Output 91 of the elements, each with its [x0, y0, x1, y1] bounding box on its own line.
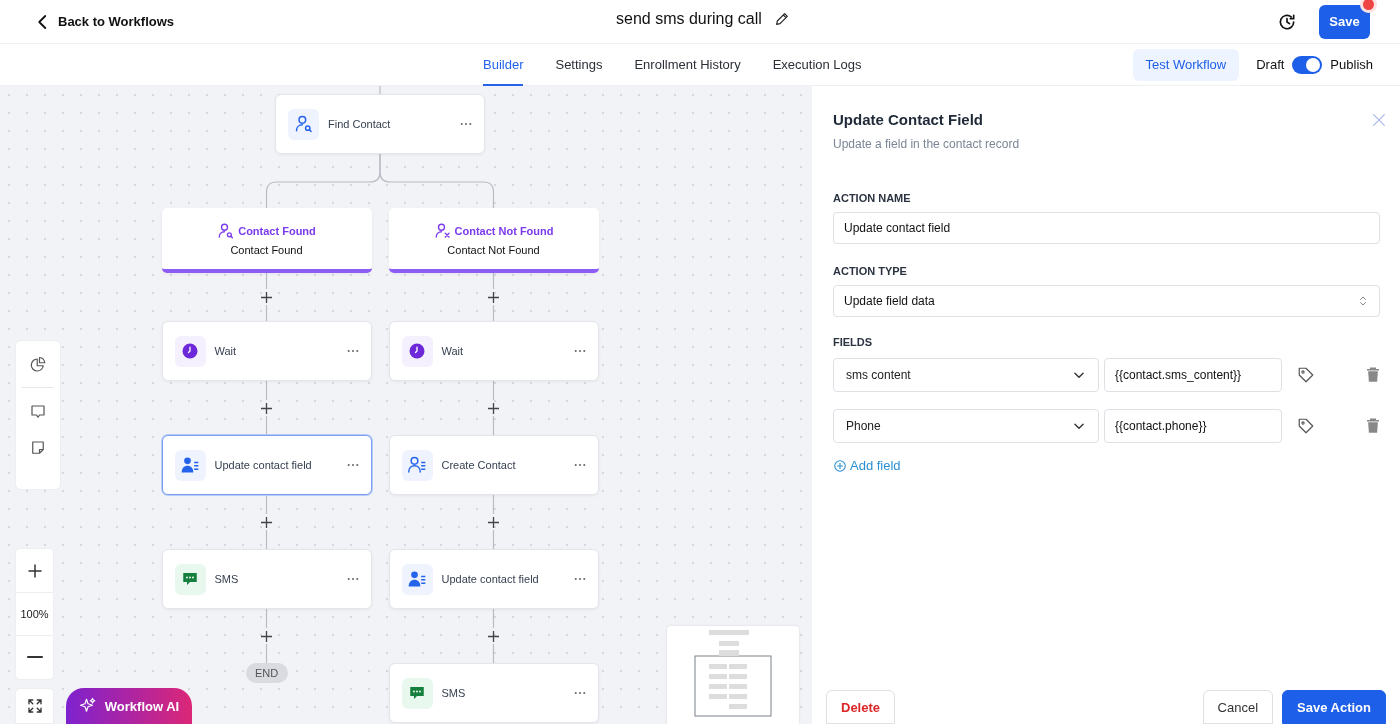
action-node[interactable]: Create Contact [388, 435, 599, 495]
publish-toggle[interactable] [1292, 55, 1323, 74]
chat-bubble-icon [401, 677, 433, 709]
branch-title: Contact Not Found [454, 224, 554, 237]
branch-subtitle: Contact Not Found [447, 243, 540, 256]
action-node[interactable]: Wait [161, 321, 372, 381]
person-search-icon [217, 221, 236, 240]
workflow-ai-button[interactable]: Workflow AI [66, 688, 192, 724]
tag-icon[interactable] [1296, 365, 1316, 385]
tab[interactable]: Settings [555, 44, 603, 86]
tag-icon[interactable] [1296, 416, 1316, 436]
add-field-link[interactable]: Add field [833, 458, 901, 473]
node-label: Update contact field [441, 573, 540, 585]
field-label: ACTION TYPE [833, 265, 908, 277]
connector-line [379, 86, 381, 95]
action-name-input[interactable]: Update contact field [833, 212, 1380, 244]
field-label: FIELDS [833, 336, 874, 348]
node-label: Find Contact [328, 118, 392, 130]
person-list-icon [401, 563, 433, 595]
node-label: Wait [214, 345, 238, 357]
field-value-input[interactable]: {{contact.phone}} [1104, 409, 1282, 443]
field-label: ACTION NAME [833, 192, 912, 204]
plus-icon[interactable] [487, 291, 500, 303]
clock-icon [401, 335, 433, 367]
connector-line [265, 494, 268, 550]
notification-dot [1363, 0, 1374, 10]
draft-label: Draft [1256, 57, 1285, 72]
pie-chart-icon[interactable] [28, 355, 48, 375]
action-node[interactable]: Wait [388, 321, 599, 381]
person-x-icon [433, 221, 452, 240]
edit-icon[interactable] [773, 11, 790, 27]
field-value-input[interactable]: {{contact.sms_content}} [1104, 358, 1282, 392]
cancel-button[interactable]: Cancel [1202, 690, 1274, 724]
action-node[interactable]: Update contact field [161, 435, 372, 495]
plus-circle-icon [833, 458, 847, 473]
node-label: SMS [441, 687, 467, 699]
plus-icon [25, 561, 44, 580]
branch-node[interactable]: Contact Found Contact Found [161, 208, 372, 273]
action-node[interactable]: Find Contact [275, 94, 485, 154]
plus-icon[interactable] [260, 402, 273, 414]
clock-icon [174, 335, 206, 367]
action-node[interactable]: Update contact field [388, 549, 599, 609]
sparkle-icon [78, 697, 97, 715]
chevron-up-down-icon [1357, 294, 1369, 308]
save-action-button[interactable]: Save Action [1282, 690, 1386, 724]
branch-node[interactable]: Contact Not Found Contact Not Found [388, 208, 599, 273]
minus-icon [26, 656, 43, 659]
delete-icon[interactable] [1364, 416, 1382, 436]
connector-line [492, 608, 495, 664]
connector-line [492, 272, 495, 322]
chat-bubble-icon [174, 563, 206, 595]
publish-label: Publish [1330, 57, 1373, 72]
connector-line [265, 608, 268, 664]
back-link[interactable]: Back to Workflows [34, 12, 175, 31]
plus-icon[interactable] [260, 630, 273, 642]
workflow-title: send sms during call [616, 10, 762, 28]
tab[interactable]: Enrollment History [634, 44, 741, 86]
branch-title: Contact Found [238, 224, 316, 237]
end-marker: END [245, 663, 288, 683]
plus-icon[interactable] [487, 516, 500, 528]
person-search-icon [288, 108, 319, 140]
person-list-icon [174, 449, 206, 481]
field-select[interactable]: sms content [833, 358, 1099, 392]
connector-line [492, 494, 495, 550]
node-label: Update contact field [214, 459, 313, 471]
field-select[interactable]: Phone [833, 409, 1099, 443]
save-button[interactable]: Save [1319, 4, 1370, 39]
branch-subtitle: Contact Found [230, 243, 303, 256]
test-workflow-button[interactable]: Test Workflow [1132, 48, 1240, 81]
connector-line [265, 272, 268, 322]
action-type-select[interactable]: Update field data [833, 285, 1380, 317]
connector-line [492, 380, 495, 436]
connector-line [265, 380, 268, 436]
delete-button[interactable]: Delete [826, 690, 896, 724]
person-list-icon [401, 449, 433, 481]
expand-icon [25, 697, 44, 715]
panel-subtitle: Update a field in the contact record [833, 137, 1020, 151]
tab[interactable]: Execution Logs [772, 44, 862, 86]
zoom-level: 100% [16, 592, 53, 636]
fit-view-button[interactable] [15, 688, 54, 724]
plus-icon[interactable] [487, 402, 500, 414]
action-node[interactable]: SMS [388, 663, 599, 723]
node-label: SMS [214, 573, 240, 585]
panel-title: Update Contact Field [833, 111, 984, 128]
node-label: Wait [441, 345, 465, 357]
plus-icon[interactable] [487, 630, 500, 642]
plus-icon[interactable] [260, 291, 273, 303]
action-node[interactable]: SMS [161, 549, 372, 609]
node-label: Create Contact [441, 459, 517, 471]
delete-icon[interactable] [1364, 365, 1382, 385]
plus-icon[interactable] [260, 516, 273, 528]
